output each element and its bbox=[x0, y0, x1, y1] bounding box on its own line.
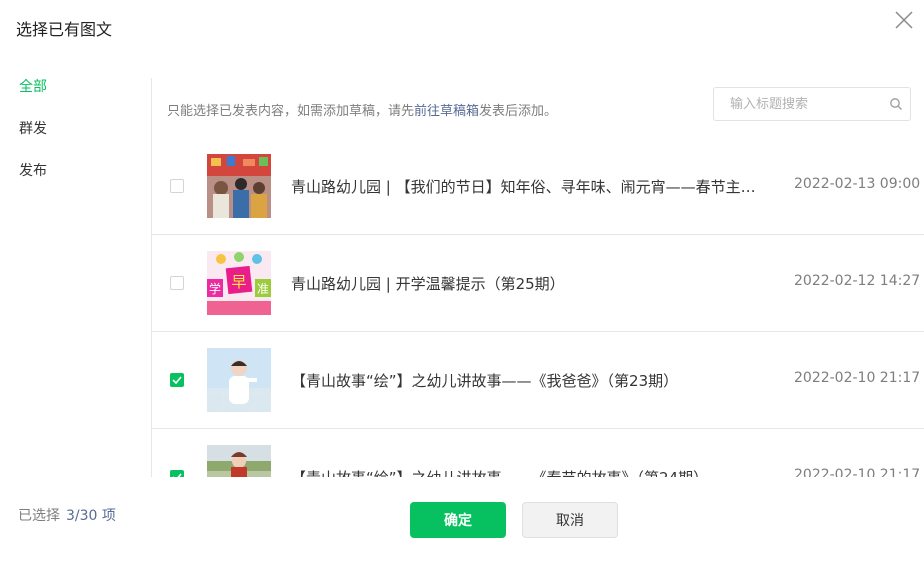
article-checkbox[interactable] bbox=[170, 470, 184, 477]
selected-count: 已选择 3/30 项 bbox=[18, 505, 116, 525]
article-title[interactable]: 青山路幼儿园 | 【我们的节日】知年俗、寻年味、闹元宵——春节主题活动 bbox=[291, 176, 761, 197]
check-icon bbox=[172, 376, 182, 384]
selected-label: 已选择 bbox=[18, 508, 60, 524]
sidebar-item-all[interactable]: 全部 bbox=[0, 70, 151, 112]
article-row[interactable]: 【青山故事“绘”】之幼儿讲故事——《我爸爸》（第23期） 2022-02-10 … bbox=[152, 332, 924, 429]
article-time: 2022-02-13 09:00 bbox=[794, 176, 921, 192]
article-time: 2022-02-10 21:17 bbox=[794, 467, 921, 477]
article-panel: 只能选择已发表内容，如需添加草稿，请先前往草稿箱发表后添加。 输入标题搜索 青山… bbox=[152, 78, 924, 477]
article-list: 青山路幼儿园 | 【我们的节日】知年俗、寻年味、闹元宵——春节主题活动 2022… bbox=[152, 138, 924, 477]
article-time: 2022-02-12 14:27 bbox=[794, 273, 921, 289]
drafts-link[interactable]: 前往草稿箱 bbox=[414, 104, 479, 119]
article-checkbox[interactable] bbox=[170, 276, 184, 290]
sidebar-item-publish[interactable]: 发布 bbox=[0, 154, 151, 196]
sidebar: 全部 群发 发布 bbox=[0, 70, 151, 196]
article-title[interactable]: 青山路幼儿园 | 开学温馨提示（第25期） bbox=[291, 273, 761, 294]
article-checkbox[interactable] bbox=[170, 373, 184, 387]
dialog-title: 选择已有图文 bbox=[16, 20, 113, 39]
search-input[interactable] bbox=[714, 88, 884, 120]
close-button[interactable] bbox=[893, 9, 915, 31]
article-title[interactable]: 【青山故事“绘”】之幼儿讲故事——《我爸爸》（第23期） bbox=[291, 370, 761, 391]
search-icon[interactable] bbox=[889, 97, 903, 111]
hint-suffix: 发表后添加。 bbox=[479, 104, 558, 119]
article-row[interactable]: 青山路幼儿园 | 【我们的节日】知年俗、寻年味、闹元宵——春节主题活动 2022… bbox=[152, 138, 924, 235]
sidebar-item-mass-send[interactable]: 群发 bbox=[0, 112, 151, 154]
thumb-text: 早 bbox=[231, 273, 246, 291]
article-thumbnail bbox=[207, 348, 271, 412]
confirm-button[interactable]: 确定 bbox=[410, 502, 506, 538]
selected-count-value: 3/30 项 bbox=[66, 508, 116, 524]
thumb-text: 准 bbox=[257, 282, 269, 296]
article-thumbnail bbox=[207, 445, 271, 477]
hint-prefix: 只能选择已发表内容，如需添加草稿，请先 bbox=[167, 104, 415, 119]
article-thumbnail bbox=[207, 154, 271, 218]
search-box bbox=[713, 87, 911, 121]
article-thumbnail: 学 早 准 bbox=[207, 251, 271, 315]
article-time: 2022-02-10 21:17 bbox=[794, 370, 921, 386]
check-icon bbox=[173, 473, 182, 477]
article-checkbox[interactable] bbox=[170, 179, 184, 193]
article-title[interactable]: 【青山故事“绘”】之幼儿讲故事——《春节的故事》（第24期） bbox=[291, 467, 761, 477]
article-row[interactable]: 【青山故事“绘”】之幼儿讲故事——《春节的故事》（第24期） 2022-02-1… bbox=[152, 429, 924, 477]
article-row[interactable]: 学 早 准 青山路幼儿园 | 开学温馨提示（第25期） 2022-02-12 1… bbox=[152, 235, 924, 332]
close-icon bbox=[895, 11, 913, 29]
hint-text: 只能选择已发表内容，如需添加草稿，请先前往草稿箱发表后添加。 bbox=[167, 100, 557, 119]
thumb-text: 学 bbox=[209, 281, 221, 296]
cancel-button[interactable]: 取消 bbox=[522, 502, 618, 538]
